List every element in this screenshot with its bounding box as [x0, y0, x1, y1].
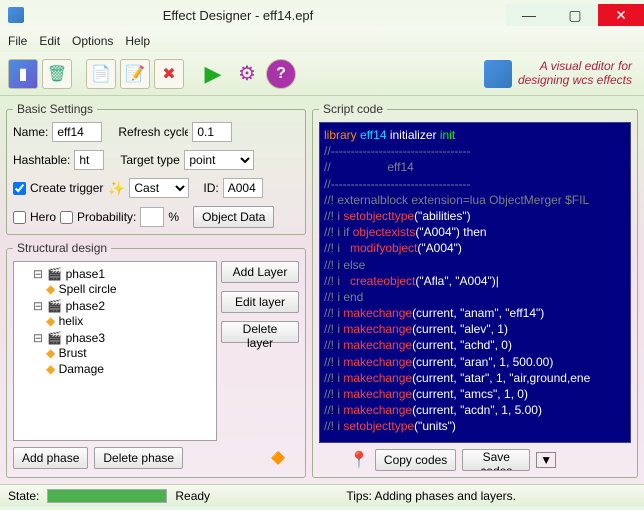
add-note-icon[interactable]: 📄	[86, 59, 116, 89]
menubar: File Edit Options Help	[0, 30, 644, 52]
tagline-icon	[484, 60, 512, 88]
toolbar: ▮ 🗑 📄 📝 ✖ ▶ ⚙ ? A visual editor fordesig…	[0, 52, 644, 96]
script-code-group: Script code library eff14 initializer in…	[312, 102, 638, 478]
id-label: ID:	[203, 181, 218, 195]
tree-layer[interactable]: ◆ Spell circle	[46, 281, 212, 297]
prob-label: Probability:	[77, 210, 136, 224]
tree-phase[interactable]: ⊟ 🎬 phase3◆ Brust◆ Damage	[32, 330, 212, 378]
status-tips: Tips: Adding phases and layers.	[346, 489, 516, 503]
target-select[interactable]: point	[184, 150, 254, 170]
hash-input[interactable]	[74, 150, 104, 170]
edit-layer-button[interactable]: Edit layer	[221, 291, 299, 313]
add-layer-button[interactable]: Add Layer	[221, 261, 299, 283]
create-trigger-label: Create trigger	[30, 181, 103, 195]
pin-icon[interactable]: 📍	[349, 450, 369, 470]
id-input[interactable]	[223, 178, 263, 198]
dropdown-icon[interactable]: ▼	[536, 452, 556, 468]
menu-options[interactable]: Options	[72, 34, 113, 48]
trash-icon[interactable]: 🗑	[42, 59, 72, 89]
cast-select[interactable]: Cast	[129, 178, 189, 198]
titlebar: Effect Designer - eff14.epf — ▢ ✕	[0, 0, 644, 30]
prob-unit: %	[168, 210, 179, 224]
code-editor[interactable]: library eff14 initializer init//--------…	[319, 122, 631, 443]
edit-note-icon[interactable]: 📝	[120, 59, 150, 89]
maximize-button[interactable]: ▢	[552, 4, 598, 26]
name-label: Name:	[13, 125, 48, 139]
tree-phase[interactable]: ⊟ 🎬 phase2◆ helix	[32, 298, 212, 330]
gear-icon[interactable]: ⚙	[232, 59, 262, 89]
help-icon[interactable]: ?	[266, 59, 296, 89]
status-ready: Ready	[175, 489, 210, 503]
tree-view[interactable]: ⊟ 🎬 phase1◆ Spell circle⊟ 🎬 phase2◆ heli…	[13, 261, 217, 441]
create-trigger-check[interactable]	[13, 182, 26, 195]
menu-file[interactable]: File	[8, 34, 27, 48]
refresh-label: Refresh cycle:	[118, 125, 188, 139]
state-label: State:	[8, 489, 39, 503]
minimize-button[interactable]: —	[506, 4, 552, 26]
structure-icon[interactable]: 🔶	[265, 445, 291, 471]
object-data-button[interactable]: Object Data	[193, 206, 274, 228]
window-title: Effect Designer - eff14.epf	[30, 8, 506, 23]
refresh-input[interactable]	[192, 122, 232, 142]
hero-label: Hero	[30, 210, 56, 224]
menu-edit[interactable]: Edit	[39, 34, 60, 48]
delete-note-icon[interactable]: ✖	[154, 59, 184, 89]
prob-input[interactable]	[140, 207, 164, 227]
script-legend: Script code	[319, 102, 387, 116]
hero-check[interactable]	[13, 211, 26, 224]
name-input[interactable]	[52, 122, 102, 142]
basic-legend: Basic Settings	[13, 102, 97, 116]
play-icon[interactable]: ▶	[198, 59, 228, 89]
menu-help[interactable]: Help	[125, 34, 150, 48]
cast-icon: ✨	[107, 179, 125, 197]
target-label: Target type:	[120, 153, 180, 167]
new-icon[interactable]: ▮	[8, 59, 38, 89]
tree-layer[interactable]: ◆ Damage	[46, 361, 212, 377]
delete-layer-button[interactable]: Delete layer	[221, 321, 299, 343]
prob-check[interactable]	[60, 211, 73, 224]
save-codes-button[interactable]: Save codes	[462, 449, 530, 471]
tagline: A visual editor fordesigning wcs effects	[484, 60, 636, 88]
delete-phase-button[interactable]: Delete phase	[94, 447, 183, 469]
statusbar: State: Ready Tips: Adding phases and lay…	[0, 484, 644, 506]
close-button[interactable]: ✕	[598, 4, 644, 26]
app-icon	[8, 7, 24, 23]
tree-layer[interactable]: ◆ Brust	[46, 345, 212, 361]
add-phase-button[interactable]: Add phase	[13, 447, 88, 469]
copy-codes-button[interactable]: Copy codes	[375, 449, 456, 471]
tree-phase[interactable]: ⊟ 🎬 phase1◆ Spell circle	[32, 266, 212, 298]
basic-settings-group: Basic Settings Name: Refresh cycle: Hash…	[6, 102, 306, 235]
struct-legend: Structural design	[13, 241, 111, 255]
hash-label: Hashtable:	[13, 153, 70, 167]
progress-bar	[47, 489, 167, 503]
structural-design-group: Structural design ⊟ 🎬 phase1◆ Spell circ…	[6, 241, 306, 478]
tree-layer[interactable]: ◆ helix	[46, 313, 212, 329]
